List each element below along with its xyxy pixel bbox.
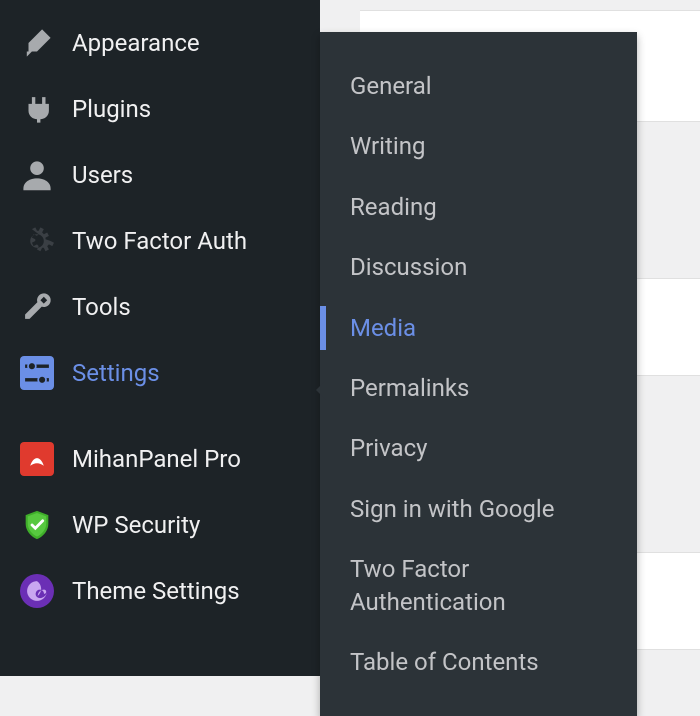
gear-icon [20, 224, 54, 258]
sidebar-item-two-factor-auth[interactable]: Two Factor Auth [0, 208, 320, 274]
sidebar-item-settings[interactable]: Settings [0, 340, 320, 406]
sidebar-item-theme-settings[interactable]: Theme Settings [0, 558, 320, 624]
submenu-item-general[interactable]: General [320, 56, 637, 116]
sidebar-item-label: Two Factor Auth [72, 227, 247, 255]
plug-icon [20, 92, 54, 126]
settings-submenu: General Writing Reading Discussion Media… [320, 32, 637, 716]
sliders-icon [20, 356, 54, 390]
sidebar-item-plugins[interactable]: Plugins [0, 76, 320, 142]
admin-sidebar: Appearance Plugins Users Two Factor Auth… [0, 0, 320, 676]
submenu-item-media[interactable]: Media [320, 298, 637, 358]
submenu-item-writing[interactable]: Writing [320, 116, 637, 176]
submenu-item-permalinks[interactable]: Permalinks [320, 358, 637, 418]
sidebar-item-label: Plugins [72, 95, 151, 123]
sidebar-item-label: Theme Settings [72, 577, 240, 605]
sidebar-item-appearance[interactable]: Appearance [0, 10, 320, 76]
submenu-item-discussion[interactable]: Discussion [320, 237, 637, 297]
mihanpanel-icon [20, 442, 54, 476]
sidebar-item-label: Settings [72, 359, 160, 387]
sidebar-item-users[interactable]: Users [0, 142, 320, 208]
sidebar-item-label: MihanPanel Pro [72, 445, 241, 473]
submenu-item-two-factor-authentication[interactable]: Two Factor Authentication [320, 539, 637, 632]
sidebar-item-tools[interactable]: Tools [0, 274, 320, 340]
submenu-item-sign-in-with-google[interactable]: Sign in with Google [320, 479, 637, 539]
user-icon [20, 158, 54, 192]
submenu-item-table-of-contents[interactable]: Table of Contents [320, 632, 637, 692]
sidebar-item-label: Appearance [72, 29, 200, 57]
sidebar-item-mihanpanel-pro[interactable]: MihanPanel Pro [0, 426, 320, 492]
sidebar-item-wp-security[interactable]: WP Security [0, 492, 320, 558]
brush-icon [20, 26, 54, 60]
sidebar-item-label: Users [72, 161, 133, 189]
sidebar-item-label: Tools [72, 293, 131, 321]
submenu-item-reading[interactable]: Reading [320, 177, 637, 237]
wrench-icon [20, 290, 54, 324]
shield-icon [20, 508, 54, 542]
submenu-item-privacy[interactable]: Privacy [320, 418, 637, 478]
swirl-icon [20, 574, 54, 608]
sidebar-item-label: WP Security [72, 511, 200, 539]
